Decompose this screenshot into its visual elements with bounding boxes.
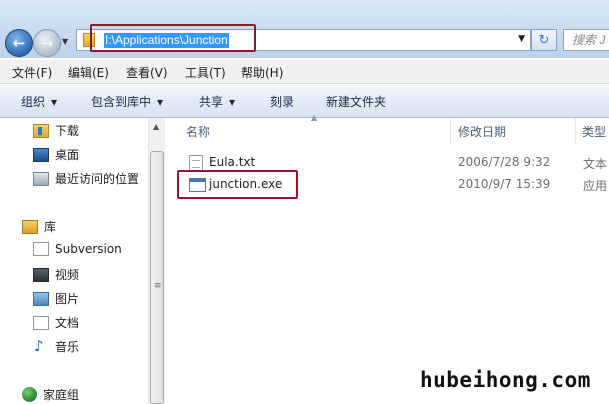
nav-item-subversion[interactable]: Subversion [33,242,122,256]
nav-item-label: 文档 [55,316,80,330]
nav-item-homegroup[interactable]: 家庭组 [22,386,79,403]
include-in-library-label: 包含到库中 [91,95,152,109]
downloads-folder-icon [33,123,49,138]
chevron-down-icon: ▼ [51,98,58,107]
column-header-name[interactable]: 名称 [186,123,210,140]
document-icon [33,242,49,256]
column-divider[interactable] [575,118,576,144]
document-icon [33,315,49,330]
navigation-pane: 下载 桌面 最近访问的位置 库 Subversion 视频 图片 文档 音乐 家… [0,118,165,404]
picture-icon [33,291,49,306]
share-button[interactable]: 共享 ▼ [199,93,235,110]
refresh-button[interactable]: ↻ [531,29,557,51]
organize-label: 组织 [21,95,46,109]
desktop-icon [33,147,49,162]
menu-bar: 文件(F) 编辑(E) 查看(V) 工具(T) 帮助(H) [0,60,609,84]
file-type: 文本 [583,157,608,171]
file-modified-date: 2010/9/7 15:39 [458,177,551,191]
share-label: 共享 [199,95,224,109]
forward-arrow-icon: → [40,34,54,52]
address-history-dropdown[interactable]: ▼ [518,34,525,44]
video-icon [33,267,49,282]
command-bar: 组织 ▼ 包含到库中 ▼ 共享 ▼ 刻录 新建文件夹 [0,85,609,118]
menu-view[interactable]: 查看(V) [126,64,168,81]
address-highlight-box [90,24,256,52]
forward-button[interactable]: → [33,29,61,57]
column-header-type[interactable]: 类型 [582,123,606,140]
nav-item-desktop[interactable]: 桌面 [33,146,79,163]
grip-icon: ≡ [154,281,162,291]
menu-help[interactable]: 帮助(H) [241,64,283,81]
chevron-down-icon: ▼ [157,98,164,107]
nav-item-label: 视频 [55,268,80,282]
text-file-icon [189,155,203,171]
chevron-down-icon: ▼ [229,98,236,107]
library-icon [22,219,38,234]
nav-item-label: Subversion [55,242,122,256]
file-type: 应用 [583,179,608,193]
nav-item-label: 家庭组 [43,388,80,402]
file-highlight-box [177,170,298,199]
new-folder-button[interactable]: 新建文件夹 [326,93,386,110]
organize-button[interactable]: 组织 ▼ [21,93,57,110]
nav-item-label: 库 [44,220,57,234]
nav-item-videos[interactable]: 视频 [33,266,79,283]
nav-item-label: 图片 [55,292,80,306]
nav-item-label: 最近访问的位置 [55,172,140,186]
file-modified-date: 2006/7/28 9:32 [458,155,551,169]
include-in-library-button[interactable]: 包含到库中 ▼ [91,93,163,110]
nav-item-label: 音乐 [55,340,80,354]
nav-item-label: 下载 [55,124,80,138]
column-divider[interactable] [450,118,451,144]
sort-ascending-icon: ▲ [311,113,318,122]
recent-places-icon [33,171,49,186]
homegroup-icon [22,387,37,402]
nav-pane-scrollbar[interactable]: ▲ ≡ [148,118,165,404]
scroll-thumb[interactable]: ≡ [150,151,164,404]
menu-tools[interactable]: 工具(T) [185,64,226,81]
nav-item-music[interactable]: 音乐 [33,337,80,355]
refresh-icon: ↻ [538,32,550,48]
address-bar-row: ← → ▼ I:\Applications\Junction ▼ ↻ 搜索 J [0,0,609,58]
watermark-text: hubeihong.com [420,368,591,392]
scroll-up-arrow-icon[interactable]: ▲ [153,122,159,131]
burn-button[interactable]: 刻录 [270,93,294,110]
back-arrow-icon: ← [12,34,26,52]
nav-item-pictures[interactable]: 图片 [33,290,79,307]
menu-file[interactable]: 文件(F) [12,64,52,81]
file-name: Eula.txt [209,155,256,169]
menu-edit[interactable]: 编辑(E) [68,64,109,81]
nav-item-documents[interactable]: 文档 [33,314,79,331]
music-icon [33,337,49,355]
back-button[interactable]: ← [5,29,33,57]
nav-item-library[interactable]: 库 [22,218,56,235]
nav-item-downloads[interactable]: 下载 [33,122,79,139]
recent-pages-dropdown[interactable]: ▼ [62,37,68,46]
column-header-modified[interactable]: 修改日期 [458,123,506,140]
search-input[interactable]: 搜索 J [563,29,609,51]
nav-item-recent-places[interactable]: 最近访问的位置 [33,170,139,187]
nav-item-label: 桌面 [55,148,80,162]
